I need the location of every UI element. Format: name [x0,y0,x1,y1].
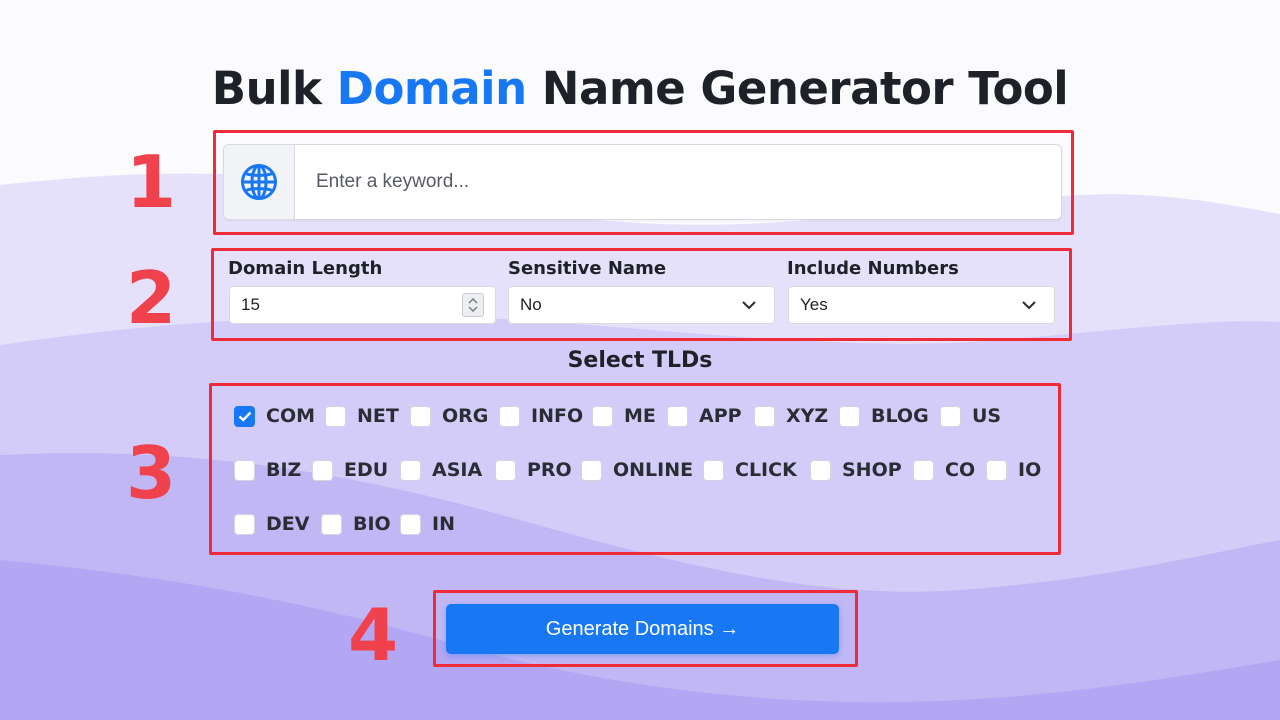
checkbox[interactable] [986,459,1007,481]
tld-option-shop[interactable]: SHOP [810,459,902,481]
checkbox[interactable] [400,513,421,535]
tld-label: DEV [266,513,310,535]
sensitive-name-label: Sensitive Name [508,258,667,279]
tld-option-app[interactable]: APP [667,405,742,427]
include-numbers-value: Yes [800,295,828,314]
checkbox[interactable] [312,459,333,481]
page-title: Bulk Domain Name Generator Tool [211,62,1069,115]
tld-label: INFO [531,405,584,427]
checkbox[interactable] [667,405,688,427]
tld-option-org[interactable]: ORG [410,405,488,427]
checkmark-icon [238,411,251,422]
tld-option-com[interactable]: COM [234,405,315,427]
tld-label: BIZ [266,459,302,481]
globe-icon [224,145,295,219]
annotation-number-1: 1 [126,140,177,224]
tld-label: BLOG [871,405,929,427]
checkbox-checked[interactable] [234,405,255,427]
tld-option-xyz[interactable]: XYZ [754,405,828,427]
include-numbers-select[interactable]: Yes [788,286,1055,324]
checkbox[interactable] [400,459,421,481]
tld-option-in[interactable]: IN [400,513,455,535]
checkbox[interactable] [754,405,775,427]
checkbox[interactable] [581,459,602,481]
tld-label: APP [699,405,742,427]
tld-label: US [972,405,1002,427]
select-tlds-heading: Select TLDs [567,348,713,373]
tld-label: SHOP [842,459,902,481]
tld-option-net[interactable]: NET [325,405,399,427]
keyword-field [223,144,1062,220]
generate-domains-button[interactable]: Generate Domains → [446,604,839,654]
tld-label: PRO [527,459,572,481]
checkbox[interactable] [913,459,934,481]
checkbox[interactable] [325,405,346,427]
checkbox[interactable] [703,459,724,481]
checkbox[interactable] [321,513,342,535]
tld-option-us[interactable]: US [940,405,1001,427]
domain-length-input[interactable]: 15 [229,286,496,324]
tld-label: CLICK [735,459,797,481]
tld-option-click[interactable]: CLICK [703,459,797,481]
tld-option-online[interactable]: ONLINE [581,459,693,481]
tld-label: COM [266,405,316,427]
tld-option-bio[interactable]: BIO [321,513,391,535]
sensitive-name-select[interactable]: No [508,286,775,324]
chevron-down-icon [741,300,757,310]
tld-label: CO [945,459,976,481]
stepper-down-icon [468,306,478,312]
tld-label: IN [432,513,455,535]
keyword-input[interactable] [295,145,1061,219]
domain-length-value: 15 [241,295,260,314]
annotation-number-4: 4 [348,593,399,677]
checkbox[interactable] [592,405,613,427]
checkbox[interactable] [410,405,431,427]
checkbox[interactable] [839,405,860,427]
tld-label: IO [1018,459,1042,481]
tld-option-info[interactable]: INFO [499,405,583,427]
include-numbers-label: Include Numbers [787,258,959,279]
tld-label: ORG [442,405,489,427]
checkbox[interactable] [234,459,255,481]
stepper-up-icon [468,298,478,304]
checkbox[interactable] [234,513,255,535]
sensitive-name-value: No [520,295,542,314]
checkbox[interactable] [495,459,516,481]
tld-option-pro[interactable]: PRO [495,459,572,481]
tld-label: ONLINE [613,459,694,481]
tld-option-asia[interactable]: ASIA [400,459,482,481]
checkbox[interactable] [499,405,520,427]
tld-label: ME [624,405,656,427]
tld-option-biz[interactable]: BIZ [234,459,301,481]
tld-label: NET [357,405,399,427]
tld-label: EDU [344,459,389,481]
number-stepper[interactable] [462,293,484,317]
tld-label: ASIA [432,459,483,481]
checkbox[interactable] [810,459,831,481]
chevron-down-icon [1021,300,1037,310]
tld-option-edu[interactable]: EDU [312,459,388,481]
tld-label: XYZ [786,405,829,427]
tld-option-dev[interactable]: DEV [234,513,309,535]
tld-option-blog[interactable]: BLOG [839,405,929,427]
title-highlight: Domain [336,62,528,115]
annotation-number-2: 2 [126,256,177,340]
tld-option-io[interactable]: IO [986,459,1041,481]
checkbox[interactable] [940,405,961,427]
tld-option-me[interactable]: ME [592,405,656,427]
domain-length-label: Domain Length [228,258,383,279]
annotation-number-3: 3 [126,431,177,515]
tld-label: BIO [353,513,391,535]
tld-option-co[interactable]: CO [913,459,975,481]
